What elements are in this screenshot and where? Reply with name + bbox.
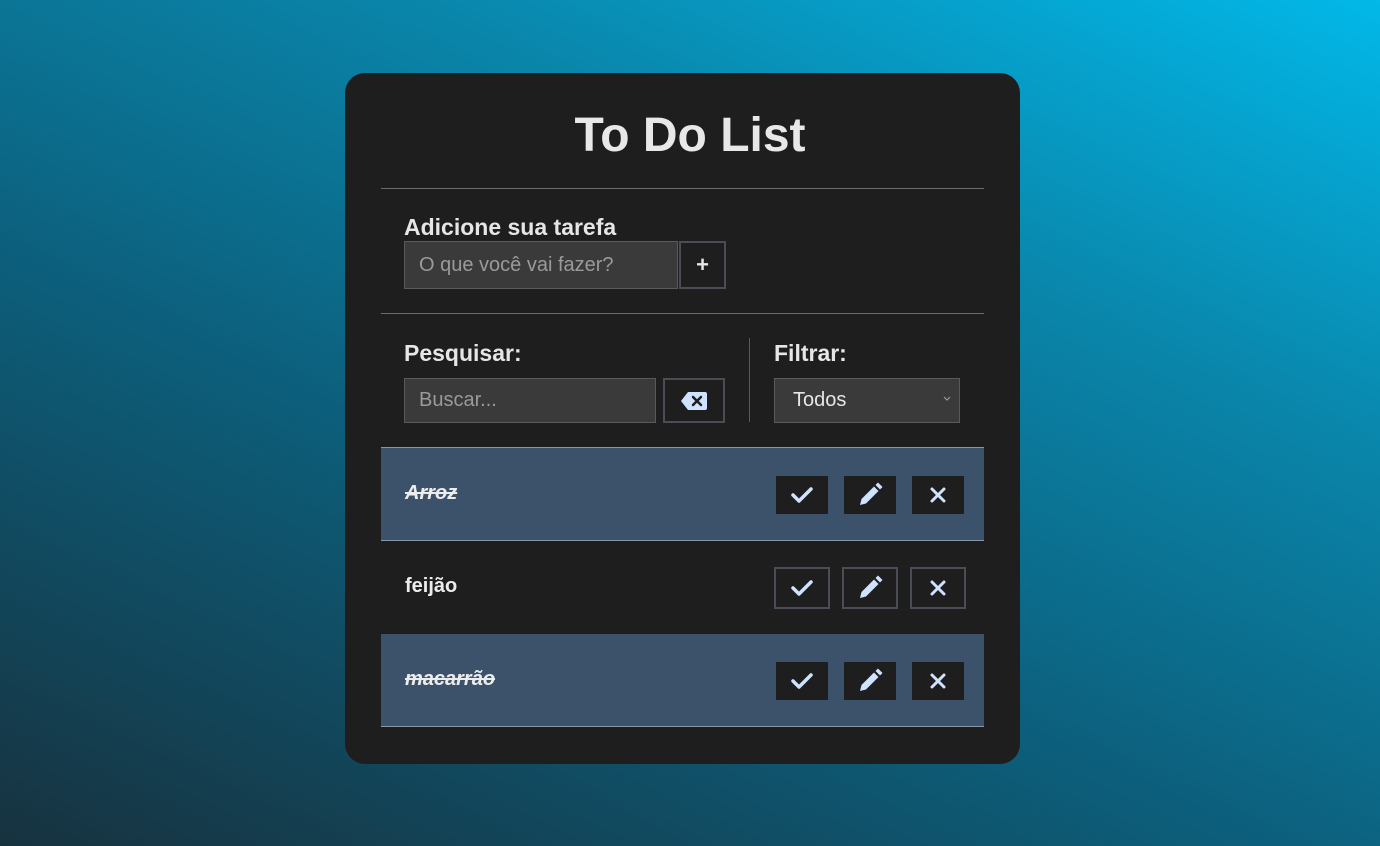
x-icon [930, 673, 946, 689]
pencil-icon [860, 482, 883, 505]
pencil-icon [860, 668, 883, 691]
task-text: feijão [405, 575, 458, 597]
check-icon [791, 673, 813, 689]
vertical-divider [749, 338, 750, 422]
divider [381, 313, 984, 314]
search-input[interactable] [404, 378, 656, 423]
filter-select[interactable]: Todos [774, 378, 960, 423]
edit-task-button[interactable] [842, 660, 898, 702]
remove-task-button[interactable] [910, 567, 966, 609]
complete-task-button[interactable] [774, 660, 830, 702]
task-text: Arroz [405, 482, 458, 504]
edit-task-button[interactable] [842, 474, 898, 516]
check-icon [791, 487, 813, 503]
divider [381, 188, 984, 189]
x-icon [930, 487, 946, 503]
check-icon [791, 580, 813, 596]
task-row: feijão [381, 541, 984, 634]
task-row: macarrão [381, 634, 984, 727]
edit-task-button[interactable] [842, 567, 898, 609]
filter-label: Filtrar: [774, 340, 847, 366]
add-task-button[interactable]: + [679, 241, 726, 289]
backspace-icon [681, 391, 707, 410]
add-task-label: Adicione sua tarefa [404, 214, 617, 240]
add-button-label: + [696, 252, 709, 277]
pencil-icon [860, 575, 883, 598]
page-title: To Do List [574, 109, 806, 162]
task-input[interactable] [404, 241, 678, 289]
x-icon [930, 580, 946, 596]
chevron-down-icon [943, 396, 951, 401]
complete-task-button[interactable] [774, 474, 830, 516]
complete-task-button[interactable] [774, 567, 830, 609]
filter-selected-value: Todos [793, 389, 847, 411]
search-label: Pesquisar: [404, 340, 522, 366]
clear-search-button[interactable] [663, 378, 725, 423]
task-text: macarrão [405, 668, 496, 690]
remove-task-button[interactable] [910, 474, 966, 516]
task-row: Arroz [381, 448, 984, 541]
remove-task-button[interactable] [910, 660, 966, 702]
row-divider [381, 726, 984, 727]
